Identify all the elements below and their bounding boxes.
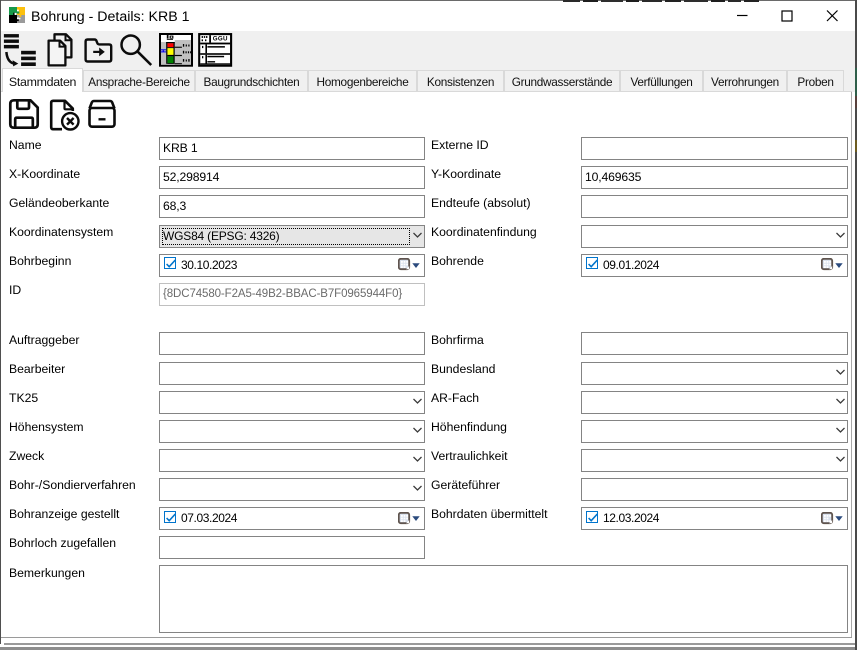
svg-text:GGU: GGU (213, 36, 228, 43)
